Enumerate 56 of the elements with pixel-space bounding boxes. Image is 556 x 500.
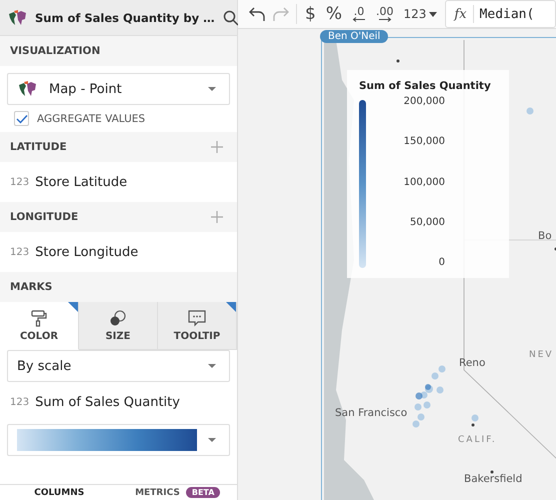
field-name[interactable]: Store Latitude	[35, 174, 128, 190]
formula-text: Median(	[480, 6, 534, 22]
beta-badge: BETA	[186, 487, 220, 498]
region-label: CALIF.	[458, 435, 497, 445]
sheet-title: Sum of Sales Quantity by …	[35, 10, 215, 24]
number-format-menu[interactable]: 123	[401, 7, 440, 21]
search-icon[interactable]	[222, 10, 239, 26]
city-label: Bakersfield	[464, 473, 522, 485]
checkbox[interactable]	[14, 111, 29, 126]
panel-tab[interactable]: COLUMNS	[0, 485, 118, 500]
formula-bar[interactable]: fx Median(	[445, 0, 556, 28]
check-icon	[16, 114, 28, 124]
user-tag: Ben O'Neil	[320, 30, 388, 43]
size-circles-icon	[109, 310, 127, 326]
section-heading: MARKS	[10, 281, 52, 293]
legend-title: Sum of Sales Quantity	[359, 80, 492, 92]
section-heading: LONGITUDE	[10, 211, 78, 223]
legend-tick-label: 50,000	[410, 216, 445, 228]
legend-tick-label: 150,000	[404, 136, 445, 148]
city-label: Bo	[538, 230, 552, 242]
map-logo-icon	[17, 80, 39, 98]
function-label: fx	[454, 6, 467, 22]
mark-tab[interactable]: TOOLTIP	[158, 302, 237, 350]
city-label: Reno	[459, 357, 486, 369]
number-type-label: 123	[10, 396, 30, 408]
format-button[interactable]: %	[324, 4, 344, 24]
decrease-decimals-button[interactable]: .0	[350, 6, 368, 22]
right-arrow-icon	[378, 17, 392, 22]
section-heading: VISUALIZATION	[10, 45, 100, 57]
caret-icon	[207, 363, 217, 369]
undo-icon[interactable]	[248, 6, 266, 22]
legend-tick-label: 100,000	[404, 176, 445, 188]
checkbox-label: AGGREGATE VALUES	[37, 112, 146, 124]
legend-tick-label: 200,000	[404, 96, 445, 107]
increase-decimals-button[interactable]: .00	[374, 6, 396, 22]
caret-icon	[429, 12, 438, 16]
map-logo-icon	[7, 10, 27, 26]
format-button[interactable]: $	[303, 4, 318, 24]
number-type-label: 123	[10, 176, 30, 188]
visualization-dropdown[interactable]: Map - Point	[7, 73, 230, 105]
color-scale-dropdown[interactable]	[7, 424, 230, 456]
mark-tab[interactable]: SIZE	[79, 302, 158, 350]
legend-tick-label: 0	[438, 257, 445, 268]
caret-icon	[207, 86, 217, 92]
chat-bubble-icon	[188, 310, 206, 326]
caret-icon	[207, 437, 217, 443]
number-type-label: 123	[10, 246, 30, 258]
field-name[interactable]: Sum of Sales Quantity	[35, 394, 180, 410]
field-name[interactable]: Store Longitude	[35, 244, 138, 260]
section-heading: LATITUDE	[10, 141, 67, 153]
color-mode-dropdown[interactable]: By scale	[7, 350, 230, 382]
roller-icon	[30, 310, 48, 326]
city-label: San Francisco	[335, 407, 408, 419]
region-label: NEV	[529, 350, 554, 360]
left-arrow-icon	[352, 17, 366, 22]
panel-tab[interactable]: METRICS BETA	[118, 485, 237, 500]
